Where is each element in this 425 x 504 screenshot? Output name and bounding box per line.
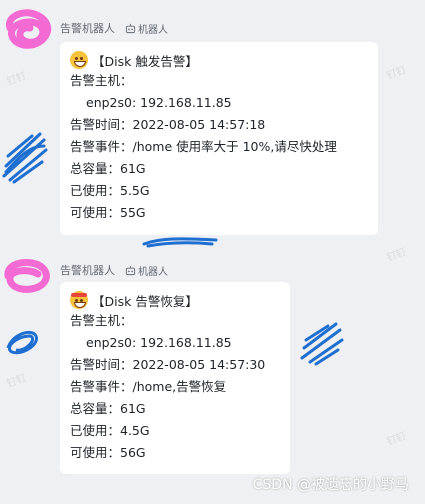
determined-emoji-icon bbox=[70, 291, 88, 309]
avatar-2 bbox=[4, 259, 50, 293]
alert-host-value: enp2s0: 192.168.11.85 bbox=[86, 95, 232, 110]
total-capacity: 总容量：61G bbox=[70, 401, 146, 416]
robot-icon bbox=[125, 23, 136, 33]
grimace-emoji-icon bbox=[70, 51, 88, 69]
message-title-row: 【Disk 触发告警】 bbox=[70, 50, 368, 70]
total-capacity: 总容量：61G bbox=[70, 161, 146, 176]
message-title: 【Disk 触发告警】 bbox=[92, 53, 198, 69]
alert-time: 告警时间：2022-08-05 14:57:30 bbox=[70, 357, 266, 372]
alert-host-label: 告警主机： bbox=[70, 313, 133, 328]
bot-tag: 机器人 bbox=[125, 263, 168, 278]
watermark-4: 钉钉 bbox=[5, 372, 28, 390]
message-bubble[interactable]: 【Disk 触发告警】 告警主机： enp2s0: 192.168.11.85 … bbox=[60, 42, 378, 235]
used-capacity: 已使用：5.5G bbox=[70, 183, 150, 198]
sender-name[interactable]: 告警机器人 bbox=[60, 20, 115, 36]
sender-name[interactable]: 告警机器人 bbox=[60, 262, 115, 278]
watermark-5: 钉钉 bbox=[385, 430, 408, 448]
available-capacity: 可使用：56G bbox=[70, 445, 146, 460]
scribble-left-1 bbox=[2, 132, 48, 184]
bot-label: 机器人 bbox=[138, 24, 168, 36]
csdn-watermark: CSDN @被遗忘的小野马 bbox=[252, 477, 409, 493]
message-bubble[interactable]: 【Disk 告警恢复】 告警主机： enp2s0: 192.168.11.85 … bbox=[60, 282, 290, 474]
used-capacity: 已使用：4.5G bbox=[70, 423, 150, 438]
scribble-right bbox=[300, 322, 344, 366]
alert-event: 告警事件：/home 使用率大于 10%,请尽快处理 bbox=[70, 139, 337, 154]
watermark-1: 钉钉 bbox=[5, 70, 28, 88]
message-title: 【Disk 告警恢复】 bbox=[92, 293, 198, 309]
watermark-2: 钉钉 bbox=[385, 64, 408, 82]
available-capacity: 可使用：55G bbox=[70, 205, 146, 220]
alert-time: 告警时间：2022-08-05 14:57:18 bbox=[70, 117, 266, 132]
alert-host-label: 告警主机： bbox=[70, 73, 133, 88]
watermark-3: 钉钉 bbox=[385, 246, 408, 264]
scribble-left-2 bbox=[6, 331, 39, 355]
alert-event: 告警事件：/home,告警恢复 bbox=[70, 379, 227, 394]
message-title-row: 【Disk 告警恢复】 bbox=[70, 290, 280, 310]
bot-tag: 机器人 bbox=[125, 21, 168, 36]
alert-host-value: enp2s0: 192.168.11.85 bbox=[86, 335, 232, 350]
scribble-middle bbox=[142, 237, 218, 248]
robot-icon bbox=[125, 265, 136, 275]
sender-row: 告警机器人 机器人 bbox=[60, 20, 168, 36]
bot-label: 机器人 bbox=[138, 266, 168, 278]
sender-row: 告警机器人 机器人 bbox=[60, 262, 168, 278]
avatar-1 bbox=[5, 9, 52, 49]
